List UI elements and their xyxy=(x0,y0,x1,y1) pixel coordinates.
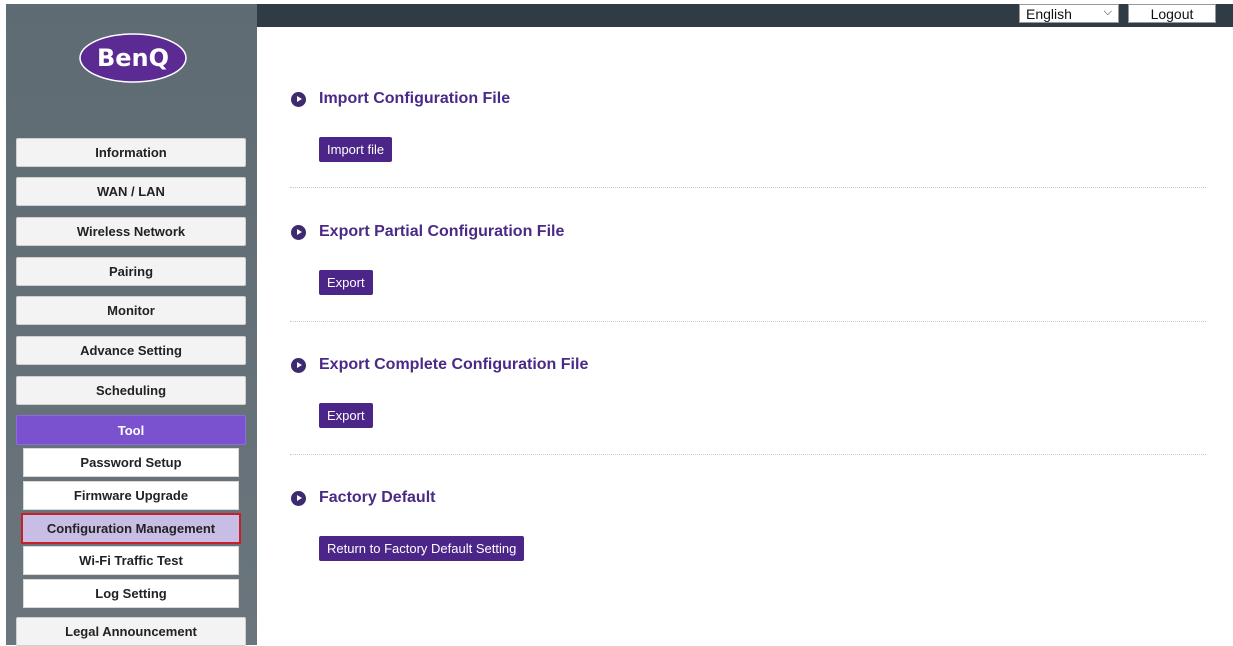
sidebar-item-scheduling[interactable]: Scheduling xyxy=(16,376,246,405)
divider xyxy=(290,187,1206,188)
sidebar-item-advance-setting[interactable]: Advance Setting xyxy=(16,336,246,365)
section-title-export-partial: Export Partial Configuration File xyxy=(291,221,564,243)
logo-text: BenQ xyxy=(97,44,169,72)
subitem-log-setting[interactable]: Log Setting xyxy=(23,579,239,608)
sidebar-item-wan-lan[interactable]: WAN / LAN xyxy=(16,177,246,206)
section-title-text: Export Partial Configuration File xyxy=(319,223,565,240)
section-title-factory-default: Factory Default xyxy=(291,487,435,509)
play-bullet-icon xyxy=(291,490,306,506)
sidebar: BenQ Information WAN / LAN Wireless Netw… xyxy=(6,4,257,646)
play-bullet-icon xyxy=(291,357,306,373)
sidebar-item-wireless-network[interactable]: Wireless Network xyxy=(16,217,246,246)
subitem-configuration-management[interactable]: Configuration Management xyxy=(21,513,241,544)
export-complete-button[interactable]: Export xyxy=(319,403,373,428)
sidebar-item-information[interactable]: Information xyxy=(16,138,246,167)
section-title-text: Factory Default xyxy=(319,489,436,506)
benq-logo: BenQ xyxy=(79,33,187,83)
divider xyxy=(290,454,1206,455)
subitem-password-setup[interactable]: Password Setup xyxy=(23,448,239,477)
subitem-firmware-upgrade[interactable]: Firmware Upgrade xyxy=(23,481,239,510)
chevron-down-icon: ⌵ xyxy=(1103,6,1112,18)
subitem-wifi-traffic-test[interactable]: Wi-Fi Traffic Test xyxy=(23,546,239,575)
language-select[interactable]: English ⌵ xyxy=(1019,4,1119,23)
factory-default-button[interactable]: Return to Factory Default Setting xyxy=(319,536,525,561)
play-bullet-icon xyxy=(291,91,306,107)
import-file-button[interactable]: Import file xyxy=(319,137,393,162)
section-title-import: Import Configuration File xyxy=(291,88,510,110)
divider xyxy=(290,321,1206,322)
play-bullet-icon xyxy=(291,224,306,240)
sidebar-item-tool[interactable]: Tool xyxy=(16,415,246,445)
sidebar-item-monitor[interactable]: Monitor xyxy=(16,296,246,325)
sidebar-item-legal-announcement[interactable]: Legal Announcement xyxy=(16,617,246,646)
language-value: English xyxy=(1026,5,1072,22)
sidebar-item-pairing[interactable]: Pairing xyxy=(16,257,246,286)
section-title-text: Export Complete Configuration File xyxy=(319,356,589,373)
section-title-export-complete: Export Complete Configuration File xyxy=(291,354,588,376)
export-partial-button[interactable]: Export xyxy=(319,270,373,295)
section-title-text: Import Configuration File xyxy=(319,90,511,107)
logout-button[interactable]: Logout xyxy=(1128,4,1216,23)
